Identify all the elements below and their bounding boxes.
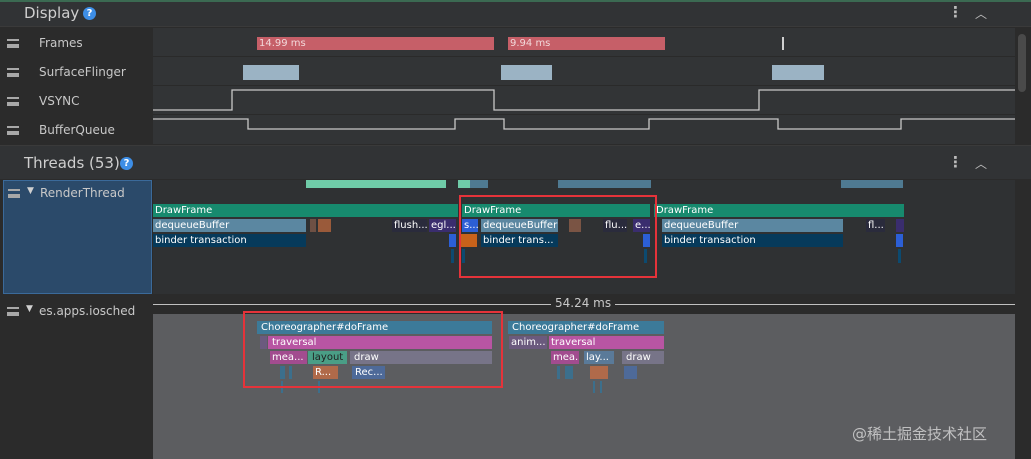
surfaceflinger-slice[interactable] — [772, 65, 824, 80]
drag-handle-icon[interactable] — [7, 97, 19, 106]
frame-marker — [782, 37, 784, 50]
bufferqueue-wave — [153, 118, 1015, 130]
drag-handle-icon[interactable] — [8, 189, 20, 198]
renderthread-label-cell[interactable]: ▼ RenderThread — [3, 180, 152, 294]
thread-state — [470, 180, 488, 188]
frame-slice[interactable]: 14.99 ms — [257, 37, 494, 50]
renderthread-label: RenderThread — [40, 186, 125, 200]
collapse-icon[interactable]: ︿ — [975, 155, 987, 172]
track-label-bufferqueue: BufferQueue — [39, 123, 115, 137]
app-thread-label: es.apps.iosched — [39, 304, 136, 318]
thread-state — [841, 180, 903, 188]
expand-arrow-icon[interactable]: ▼ — [27, 186, 34, 196]
drag-handle-icon[interactable] — [7, 68, 19, 77]
tick — [600, 381, 602, 393]
small-slice[interactable] — [557, 366, 560, 379]
small-slice[interactable] — [624, 366, 637, 379]
scrollbar-thumb[interactable] — [1018, 34, 1026, 92]
app-thread-label-cell[interactable]: ▼ es.apps.iosched — [0, 295, 152, 459]
track-label-surfaceflinger: SurfaceFlinger — [39, 65, 126, 79]
more-options-icon[interactable]: ⋮ — [948, 5, 963, 20]
help-icon[interactable]: ? — [120, 157, 133, 170]
fl-slice[interactable]: fl... — [866, 219, 885, 232]
surfaceflinger-slice[interactable] — [501, 65, 552, 80]
threads-title: Threads (53) — [24, 154, 120, 172]
drawframe-slice[interactable]: DrawFrame — [654, 204, 904, 217]
watermark: @稀土掘金技术社区 — [852, 425, 988, 443]
scrollbar-track[interactable] — [1016, 28, 1031, 144]
highlight-box — [243, 311, 503, 388]
small-slice[interactable] — [896, 234, 903, 247]
display-track-area[interactable]: 14.99 ms 9.94 ms — [153, 28, 1015, 144]
binder-slice[interactable]: binder transaction — [662, 234, 843, 247]
track-label-frames: Frames — [39, 36, 83, 50]
help-icon[interactable]: ? — [83, 7, 96, 20]
surfaceflinger-slice[interactable] — [243, 65, 299, 80]
small-slice[interactable] — [896, 219, 904, 232]
choreographer-slice[interactable]: Choreographer#doFrame — [508, 321, 664, 334]
thread-state — [458, 180, 470, 188]
duration-label: 54.24 ms — [551, 296, 616, 310]
more-options-icon[interactable]: ⋮ — [948, 155, 963, 170]
small-slice[interactable] — [318, 219, 331, 232]
drawframe-slice[interactable]: DrawFrame — [153, 204, 458, 217]
egl-slice[interactable]: egl... — [429, 219, 456, 232]
threads-header: Threads (53) ? ⋮ ︿ — [0, 145, 1031, 179]
expand-arrow-icon[interactable]: ▼ — [26, 304, 33, 314]
drag-handle-icon[interactable] — [7, 307, 19, 316]
frame-slice[interactable]: 9.94 ms — [508, 37, 665, 50]
measure-slice[interactable]: mea... — [551, 351, 579, 364]
tick — [898, 249, 901, 263]
draw-slice[interactable]: draw — [622, 351, 664, 364]
animation-slice[interactable]: anim... — [509, 336, 547, 349]
thread-state — [306, 180, 446, 188]
dequeuebuffer-slice[interactable]: dequeueBuffer — [153, 219, 306, 232]
display-title: Display — [24, 4, 80, 22]
tick — [451, 249, 454, 263]
flush-slice[interactable]: flush... — [392, 219, 427, 232]
drag-handle-icon[interactable] — [7, 126, 19, 135]
drag-handle-icon[interactable] — [7, 39, 19, 48]
display-header: Display ? ⋮ ︿ — [0, 0, 1031, 27]
track-label-vsync: VSYNC — [39, 94, 80, 108]
small-slice[interactable] — [565, 366, 573, 379]
collapse-icon[interactable]: ︿ — [975, 5, 987, 22]
small-slice[interactable] — [310, 219, 316, 232]
layout-slice[interactable]: lay... — [584, 351, 614, 364]
binder-slice[interactable]: binder transaction — [153, 234, 306, 247]
highlight-box — [459, 195, 657, 278]
vsync-wave — [153, 89, 1015, 111]
thread-state — [558, 180, 651, 188]
traversal-slice[interactable]: traversal — [549, 336, 664, 349]
display-track-labels: Frames SurfaceFlinger VSYNC BufferQueue — [0, 28, 152, 144]
small-slice[interactable] — [590, 366, 608, 379]
tick — [593, 381, 595, 393]
small-slice[interactable] — [449, 234, 456, 247]
dequeuebuffer-slice[interactable]: dequeueBuffer — [662, 219, 843, 232]
